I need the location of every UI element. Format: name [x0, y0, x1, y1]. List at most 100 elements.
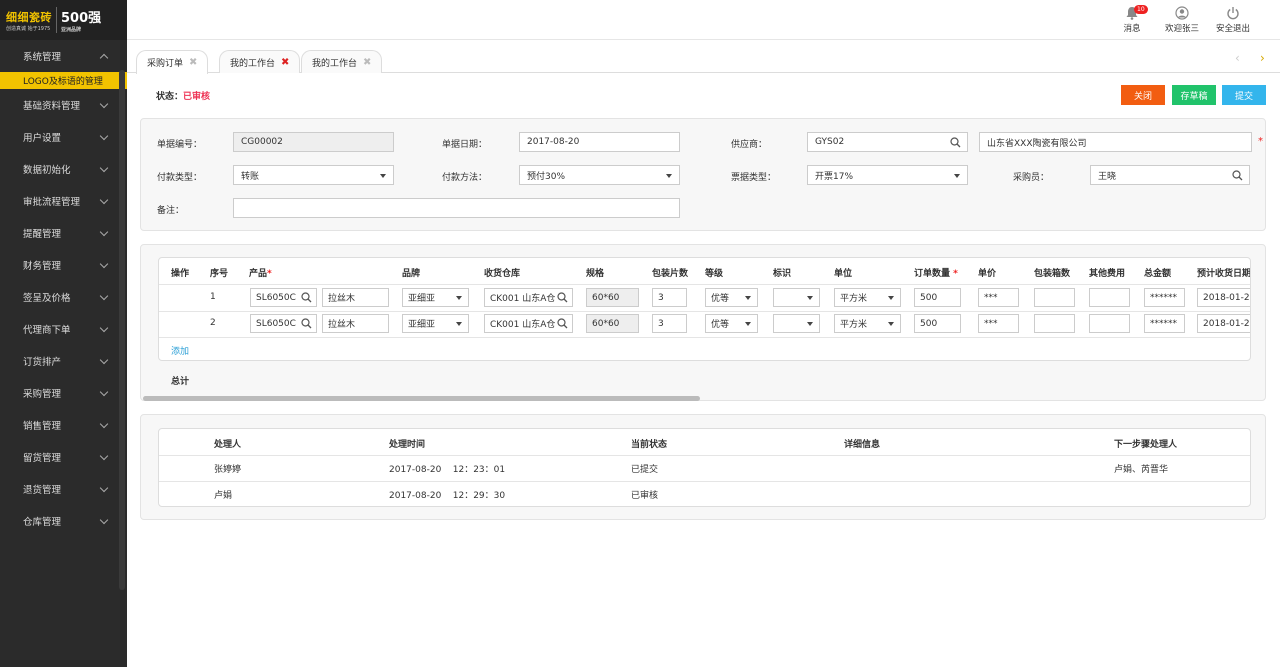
sidebar-item-pricing[interactable]: 签呈及价格	[0, 281, 127, 313]
sidebar-item-finance[interactable]: 财务管理	[0, 249, 127, 281]
sidebar-item-purchase[interactable]: 采购管理	[0, 377, 127, 409]
submit-button[interactable]: 提交	[1222, 85, 1266, 105]
warehouse-field[interactable]: CK001 山东A仓	[484, 314, 573, 333]
col-header: 规格	[586, 269, 605, 279]
row-divider	[159, 337, 1250, 338]
horizontal-scrollbar[interactable]	[143, 396, 700, 401]
invoice-type-select[interactable]: 开票17%	[807, 165, 968, 185]
boxes-field[interactable]	[1034, 288, 1075, 307]
sidebar-item-user-settings[interactable]: 用户设置	[0, 121, 127, 153]
doc-no-field: CG00002	[233, 132, 394, 152]
total-value: ******	[1150, 292, 1177, 303]
chevron-left-icon[interactable]: ‹	[1235, 51, 1240, 65]
warehouse-value: CK001 山东A仓	[490, 294, 556, 304]
price-field: ***	[978, 288, 1019, 307]
product-code-field[interactable]: SL6050C	[250, 314, 317, 333]
supplier-code-field[interactable]: GYS02	[807, 132, 968, 152]
brand-select[interactable]: 亚细亚	[402, 288, 469, 307]
chevron-down-icon	[99, 355, 109, 364]
sidebar-scrollbar[interactable]	[119, 70, 125, 590]
col-header: 等级	[705, 269, 724, 279]
chevron-down-icon	[99, 483, 109, 492]
search-icon[interactable]	[1232, 170, 1243, 181]
buyer-field[interactable]: 王晓	[1090, 165, 1250, 185]
sidebar-item-production[interactable]: 订货排产	[0, 345, 127, 377]
save-draft-button[interactable]: 存草稿	[1172, 85, 1216, 105]
caret-down-icon	[456, 296, 462, 300]
sidebar-item-label: 系统管理	[23, 52, 62, 63]
product-name-field[interactable]: 拉丝木	[322, 288, 389, 307]
sidebar-item-label: 审批流程管理	[23, 197, 81, 208]
tab-purchase-order[interactable]: 采购订单 ✖	[136, 50, 209, 74]
pieces-field[interactable]: 3	[652, 314, 687, 333]
user-menu[interactable]: 欢迎张三	[1157, 6, 1207, 34]
sidebar-item-label: 数据初始化	[23, 165, 71, 176]
pieces-field[interactable]: 3	[652, 288, 687, 307]
sidebar-item-label: 仓库管理	[23, 517, 62, 528]
sidebar-item-reserve[interactable]: 留货管理	[0, 441, 127, 473]
qty-field[interactable]: 500	[914, 314, 961, 333]
warehouse-field[interactable]: CK001 山东A仓	[484, 288, 573, 307]
eta-field[interactable]: 2018-01-2	[1197, 314, 1250, 333]
unit-select[interactable]: 平方米	[834, 314, 901, 333]
sidebar-item-reminder[interactable]: 提醒管理	[0, 217, 127, 249]
sidebar-item-data-init[interactable]: 数据初始化	[0, 153, 127, 185]
welcome-label: 欢迎张三	[1164, 24, 1199, 34]
mark-select[interactable]	[773, 288, 820, 307]
price-field: ***	[978, 314, 1019, 333]
grade-select[interactable]: 优等	[705, 314, 758, 333]
brand-select[interactable]: 亚细亚	[402, 314, 469, 333]
other-fee-field[interactable]	[1089, 288, 1130, 307]
product-code-field[interactable]: SL6050C	[250, 288, 317, 307]
col-header: 标识	[773, 269, 792, 279]
close-button[interactable]: 关闭	[1121, 85, 1165, 105]
sidebar-item-sales[interactable]: 销售管理	[0, 409, 127, 441]
product-code-value: SL6050C	[256, 318, 296, 329]
sidebar-item-basic-data[interactable]: 基础资料管理	[0, 89, 127, 121]
search-icon[interactable]	[557, 292, 568, 303]
close-icon[interactable]: ✖	[363, 57, 371, 68]
messages-button[interactable]: 10 消息	[1107, 5, 1157, 34]
close-icon[interactable]: ✖	[281, 57, 289, 68]
search-icon[interactable]	[301, 292, 312, 303]
eta-field[interactable]: 2018-01-2	[1197, 288, 1250, 307]
unit-select[interactable]: 平方米	[834, 288, 901, 307]
row-divider	[159, 311, 1250, 312]
tab-workbench-2[interactable]: 我的工作台 ✖	[301, 50, 383, 73]
sidebar-item-system[interactable]: 系统管理	[0, 40, 127, 72]
spec-field: 60*60	[586, 314, 639, 333]
logout-button[interactable]: 安全退出	[1208, 6, 1258, 34]
pay-method-select[interactable]: 预付30%	[519, 165, 680, 185]
add-row-link[interactable]: 添加	[171, 344, 189, 357]
handler-name: 张婷婷	[214, 465, 242, 475]
sidebar-item-agent-order[interactable]: 代理商下单	[0, 313, 127, 345]
caret-down-icon	[888, 322, 894, 326]
user-icon	[1175, 6, 1189, 20]
doc-date-field[interactable]: 2017-08-20	[519, 132, 680, 152]
sidebar-item-approval[interactable]: 审批流程管理	[0, 185, 127, 217]
caret-down-icon	[888, 296, 894, 300]
tab-label: 采购订单	[147, 59, 184, 69]
product-name-field[interactable]: 拉丝木	[322, 314, 389, 333]
boxes-field[interactable]	[1034, 314, 1075, 333]
search-icon[interactable]	[301, 318, 312, 329]
close-icon[interactable]: ✖	[189, 57, 197, 68]
total-label: 总计	[171, 377, 190, 387]
sidebar-item-returns[interactable]: 退货管理	[0, 473, 127, 505]
grade-select[interactable]: 优等	[705, 288, 758, 307]
other-fee-field[interactable]	[1089, 314, 1130, 333]
search-icon[interactable]	[950, 137, 961, 148]
chevron-right-icon[interactable]: ›	[1260, 51, 1265, 65]
buyer-value: 王晓	[1098, 171, 1117, 182]
tab-workbench-1[interactable]: 我的工作台 ✖	[219, 50, 301, 73]
row-divider	[159, 455, 1250, 456]
remark-input[interactable]	[233, 198, 680, 218]
sidebar-subitem-logo[interactable]: LOGO及标语的管理	[0, 72, 127, 89]
remark-label: 备注：	[157, 206, 185, 216]
pay-type-select[interactable]: 转账	[233, 165, 394, 185]
search-icon[interactable]	[557, 318, 568, 329]
sidebar-item-warehouse[interactable]: 仓库管理	[0, 505, 127, 537]
tab-bar: 采购订单 ✖ 我的工作台 ✖ 我的工作台 ✖ ‹ ›	[127, 40, 1280, 74]
mark-select[interactable]	[773, 314, 820, 333]
qty-field[interactable]: 500	[914, 288, 961, 307]
